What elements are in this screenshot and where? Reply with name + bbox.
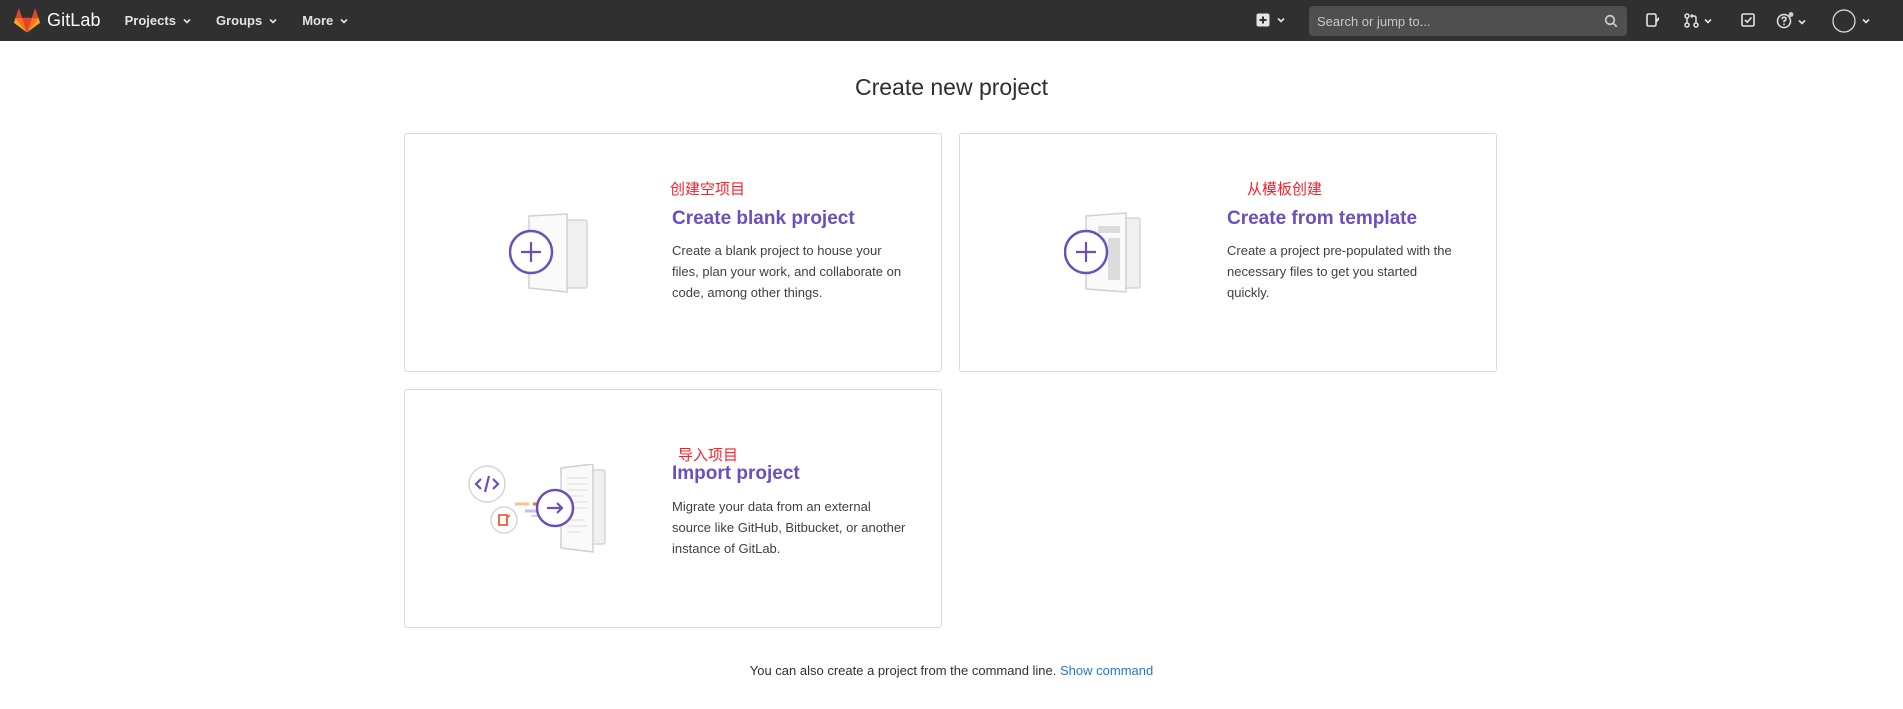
command-line-hint: You can also create a project from the c… xyxy=(0,663,1903,678)
search-icon xyxy=(1604,14,1618,28)
import-project-card[interactable]: 导入项目 Import project Migrate your data fr… xyxy=(404,389,942,628)
import-project-description: Migrate your data from an external sourc… xyxy=(672,499,906,556)
help-dropdown[interactable] xyxy=(1776,12,1807,29)
search-input[interactable] xyxy=(1317,13,1597,29)
annotation-import-project: 导入项目 xyxy=(678,447,739,464)
create-from-template-card[interactable]: 从模板创建 Create from template Create a proj… xyxy=(959,133,1497,372)
merge-request-icon xyxy=(1684,13,1699,28)
navbar-menu: Projects Groups More xyxy=(125,13,374,28)
chevron-down-icon xyxy=(1704,18,1712,24)
create-from-template-title: Create from template xyxy=(1227,208,1418,229)
chevron-down-icon xyxy=(340,18,348,24)
nav-more-label: More xyxy=(302,13,334,28)
show-command-link[interactable]: Show command xyxy=(1060,663,1153,678)
gitlab-logo-icon xyxy=(14,8,40,32)
chevron-down-icon xyxy=(269,18,277,24)
plus-square-icon xyxy=(1256,13,1270,27)
annotation-create-from-template: 从模板创建 xyxy=(1247,181,1323,198)
chevron-down-icon xyxy=(1862,18,1870,24)
template-illustration-icon xyxy=(1064,212,1141,293)
import-project-illustration-icon xyxy=(468,464,606,553)
blank-project-illustration-icon xyxy=(509,213,588,293)
import-project-title: Import project xyxy=(672,463,800,484)
new-dropdown-button[interactable] xyxy=(1256,13,1286,27)
create-blank-project-description: Create a blank project to house your fil… xyxy=(672,243,902,300)
chevron-down-icon xyxy=(1798,19,1806,25)
nav-groups-label: Groups xyxy=(215,13,263,28)
issues-button[interactable] xyxy=(1646,13,1660,28)
navbar-left: GitLab Projects Groups More xyxy=(14,0,373,41)
issues-icon xyxy=(1646,13,1659,27)
nav-more-dropdown[interactable]: More xyxy=(302,13,349,28)
help-icon xyxy=(1776,12,1794,29)
brand-name: GitLab xyxy=(47,10,101,30)
annotation-create-blank: 创建空项目 xyxy=(670,181,746,198)
page-title: Create new project xyxy=(854,74,1049,100)
nav-projects-label: Projects xyxy=(124,13,176,28)
gitlab-home-link[interactable]: GitLab xyxy=(14,8,101,33)
avatar xyxy=(1832,9,1856,33)
nav-groups-dropdown[interactable]: Groups xyxy=(216,13,278,28)
todo-icon xyxy=(1741,13,1755,27)
command-line-hint-text: You can also create a project from the c… xyxy=(749,663,1057,678)
user-menu-dropdown[interactable] xyxy=(1832,9,1871,33)
search-box xyxy=(1309,6,1627,36)
create-blank-project-title: Create blank project xyxy=(672,208,855,229)
chevron-down-icon xyxy=(183,18,191,24)
top-navbar: GitLab Projects Groups More xyxy=(0,0,1903,41)
create-from-template-description: Create a project pre-populated with the … xyxy=(1227,243,1452,300)
create-blank-project-card[interactable]: 创建空项目 Create blank project Create a blan… xyxy=(404,133,942,372)
chevron-down-icon xyxy=(1277,17,1285,23)
merge-requests-dropdown[interactable] xyxy=(1684,13,1713,28)
todos-button[interactable] xyxy=(1741,13,1755,27)
nav-projects-dropdown[interactable]: Projects xyxy=(125,13,192,28)
